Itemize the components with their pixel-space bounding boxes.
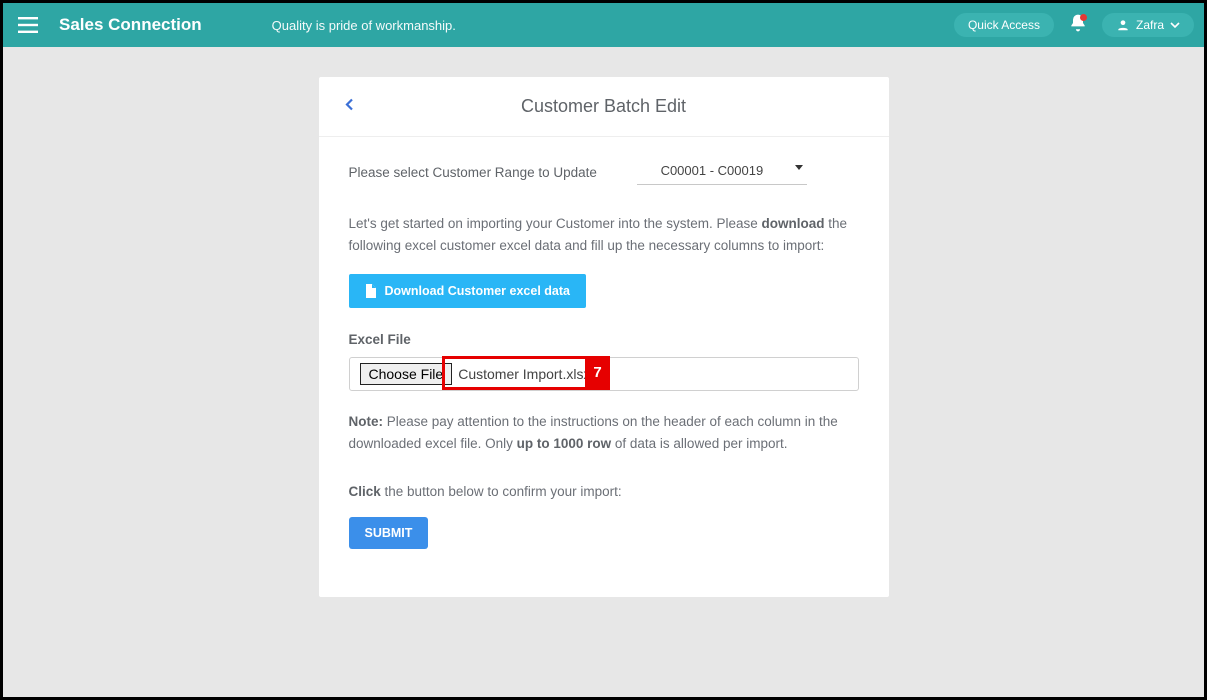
card-body: Please select Customer Range to Update C… [319, 137, 889, 579]
user-name-label: Zafra [1136, 18, 1164, 32]
range-row: Please select Customer Range to Update C… [349, 159, 859, 185]
menu-icon[interactable] [13, 10, 43, 40]
note-text: Note: Please pay attention to the instru… [349, 411, 859, 456]
user-menu[interactable]: Zafra [1102, 13, 1194, 37]
card-title: Customer Batch Edit [521, 96, 686, 117]
range-value: C00001 - C00019 [661, 163, 764, 178]
tagline-label: Quality is pride of workmanship. [272, 18, 456, 33]
submit-button[interactable]: SUBMIT [349, 517, 429, 549]
notifications-icon[interactable] [1068, 13, 1088, 38]
workspace: Customer Batch Edit Please select Custom… [3, 47, 1204, 697]
user-icon [1116, 18, 1130, 32]
file-label: Excel File [349, 332, 859, 347]
topbar-right: Quick Access Zafra [954, 13, 1194, 38]
notification-dot [1080, 14, 1087, 21]
brand-label: Sales Connection [59, 15, 202, 35]
file-icon [365, 284, 377, 298]
chevron-down-icon [1170, 20, 1180, 30]
batch-edit-card: Customer Batch Edit Please select Custom… [319, 77, 889, 597]
intro-text: Let's get started on importing your Cust… [349, 213, 859, 258]
card-header: Customer Batch Edit [319, 77, 889, 137]
range-select[interactable]: C00001 - C00019 [637, 159, 807, 185]
caret-down-icon [795, 165, 803, 170]
range-label: Please select Customer Range to Update [349, 165, 597, 180]
choose-file-button[interactable]: Choose File [360, 363, 453, 385]
quick-access-button[interactable]: Quick Access [954, 13, 1054, 37]
back-button[interactable] [343, 97, 357, 116]
top-bar: Sales Connection Quality is pride of wor… [3, 3, 1204, 47]
click-text: Click the button below to confirm your i… [349, 481, 859, 503]
file-input-row: Choose File Customer Import.xlsx 7 [349, 357, 859, 391]
filename-label: Customer Import.xlsx [458, 366, 590, 382]
download-button[interactable]: Download Customer excel data [349, 274, 586, 308]
download-button-label: Download Customer excel data [385, 284, 570, 298]
